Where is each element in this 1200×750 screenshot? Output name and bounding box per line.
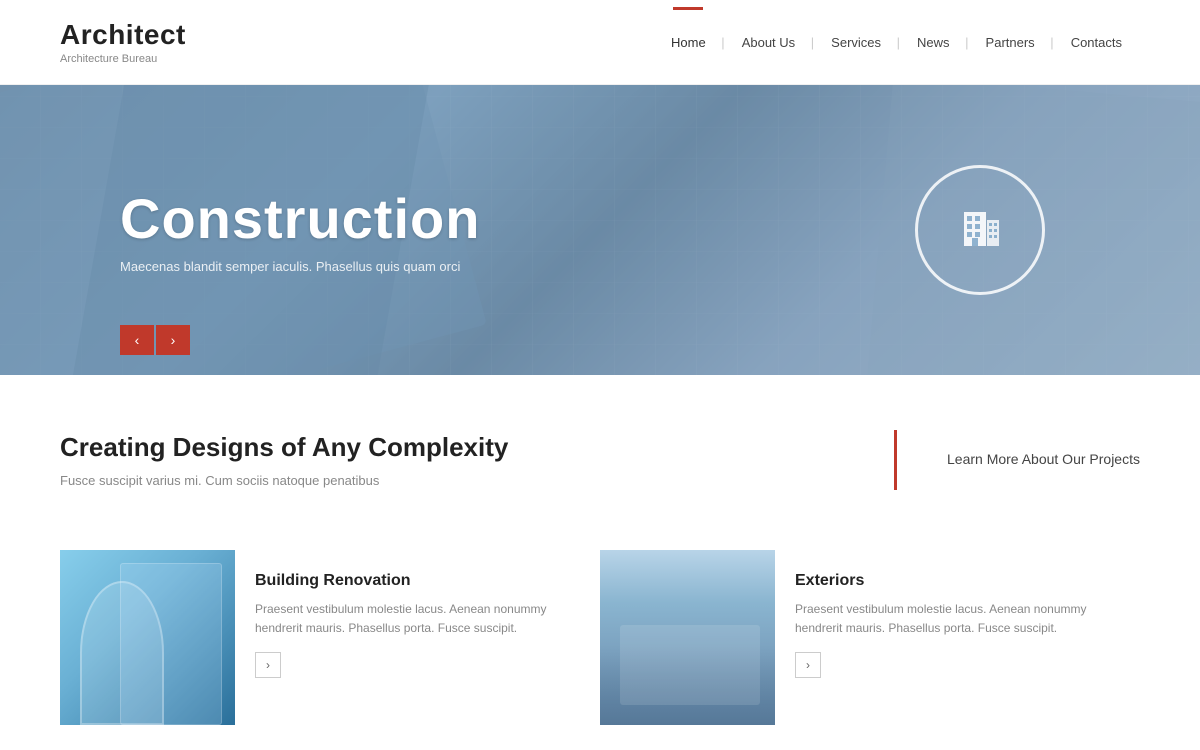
hero-section: Construction Maecenas blandit semper iac… <box>0 85 1200 375</box>
card-exteriors: Exteriors Praesent vestibulum molestie l… <box>600 550 1140 725</box>
hero-subtitle: Maecenas blandit semper iaculis. Phasell… <box>120 259 880 274</box>
card-content-exteriors: Exteriors Praesent vestibulum molestie l… <box>775 550 1140 725</box>
card-title-exteriors: Exteriors <box>795 572 1120 590</box>
info-section: Creating Designs of Any Complexity Fusce… <box>0 375 1200 530</box>
nav-item-about[interactable]: About Us <box>724 35 813 50</box>
hero-content: Construction Maecenas blandit semper iac… <box>0 186 880 274</box>
logo-title: Architect <box>60 19 186 51</box>
info-heading: Creating Designs of Any Complexity <box>60 432 844 463</box>
card-arrow-renovation[interactable]: › <box>255 652 281 678</box>
nav-item-news[interactable]: News <box>899 35 968 50</box>
nav-item-home[interactable]: Home <box>653 35 724 50</box>
building-icon <box>954 200 1006 260</box>
card-content-renovation: Building Renovation Praesent vestibulum … <box>235 550 600 725</box>
nav-item-contacts[interactable]: Contacts <box>1053 35 1140 50</box>
main-nav: Home About Us Services News Partners Con… <box>653 35 1140 50</box>
nav-item-services[interactable]: Services <box>813 35 899 50</box>
site-header: Architect Architecture Bureau Home About… <box>0 0 1200 85</box>
card-image-exteriors <box>600 550 775 725</box>
hero-icon-area <box>880 165 1080 295</box>
info-right: Learn More About Our Projects <box>947 451 1140 469</box>
info-text: Fusce suscipit varius mi. Cum sociis nat… <box>60 473 844 488</box>
learn-more-button[interactable]: Learn More About Our Projects <box>947 451 1140 467</box>
nav-item-partners[interactable]: Partners <box>968 35 1053 50</box>
hero-arrows: ‹ › <box>120 325 190 355</box>
info-left: Creating Designs of Any Complexity Fusce… <box>60 432 844 488</box>
card-text-exteriors: Praesent vestibulum molestie lacus. Aene… <box>795 600 1120 638</box>
card-image-renovation <box>60 550 235 725</box>
card-title-renovation: Building Renovation <box>255 572 580 590</box>
card-arrow-exteriors[interactable]: › <box>795 652 821 678</box>
logo-subtitle: Architecture Bureau <box>60 53 186 65</box>
prev-slide-button[interactable]: ‹ <box>120 325 154 355</box>
card-text-renovation: Praesent vestibulum molestie lacus. Aene… <box>255 600 580 638</box>
card-building-renovation: Building Renovation Praesent vestibulum … <box>60 550 600 725</box>
next-slide-button[interactable]: › <box>156 325 190 355</box>
logo: Architect Architecture Bureau <box>60 19 186 65</box>
info-divider <box>894 430 897 490</box>
cards-section: Building Renovation Praesent vestibulum … <box>0 530 1200 725</box>
hero-title: Construction <box>120 186 880 251</box>
hero-icon-circle <box>915 165 1045 295</box>
